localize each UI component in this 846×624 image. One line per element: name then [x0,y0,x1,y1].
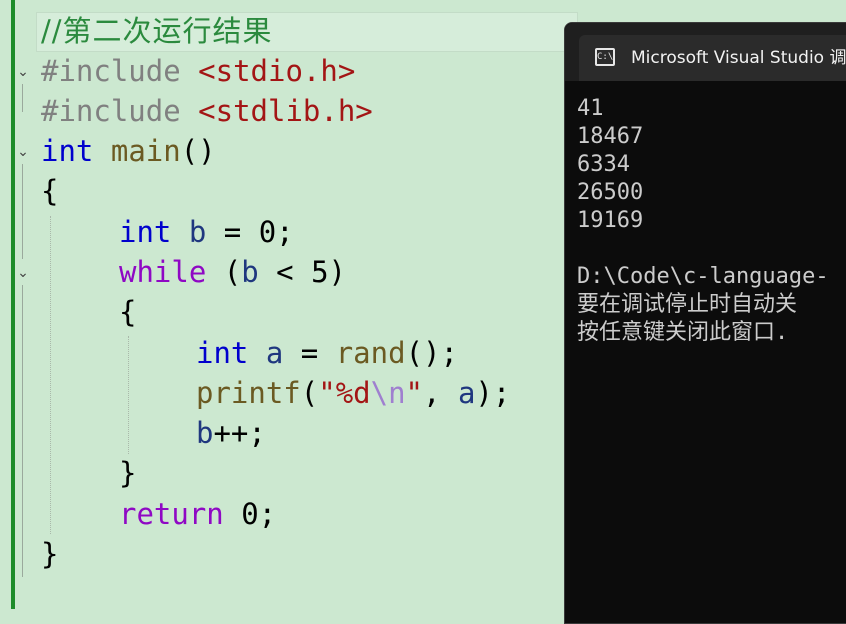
change-indicator-bar [11,0,15,609]
punctuation: ); [475,376,511,410]
console-output-line: 19169 [577,208,644,233]
console-window[interactable]: C:\ Microsoft Visual Studio 调 41 18467 6… [564,22,846,624]
comment-text: //第二次运行结果 [41,14,273,48]
punctuation: } [119,456,137,490]
collapse-chevron-icon[interactable]: ⌄ [15,145,31,159]
code-line-return[interactable]: return 0; [119,496,276,532]
code-line-while[interactable]: while (b < 5) [119,254,346,290]
code-line-inner-open[interactable]: { [119,294,136,330]
console-tab-title: Microsoft Visual Studio 调 [631,48,846,68]
keyword-int: int [119,215,172,249]
console-output-message: 要在调试停止时自动关 [577,292,798,317]
variable-b: b [196,416,214,450]
function-name: main [110,134,181,168]
code-line-inner-close[interactable]: } [119,455,136,491]
code-line-brace-close[interactable]: } [41,536,58,572]
function-name: printf [196,376,301,410]
code-line-increment[interactable]: b++; [196,415,266,451]
code-line-printf[interactable]: printf("%d\n", a); [196,375,510,411]
preprocessor-directive: #include [41,54,181,88]
console-tab-bar: C:\ Microsoft Visual Studio 调 [565,23,846,81]
string-literal: " [405,376,424,410]
indent-guide [128,336,129,454]
code-line-comment[interactable]: //第二次运行结果 [41,13,273,49]
punctuation: } [41,537,59,571]
variable-a: a [265,336,284,370]
code-line-decl-b[interactable]: int b = 0; [119,214,294,250]
code-line-main[interactable]: int main() [41,133,216,169]
collapse-chevron-icon[interactable]: ⌄ [15,266,31,280]
function-name: rand [335,336,406,370]
escape-sequence: \n [370,376,406,410]
console-output-line: 6334 [577,152,630,177]
keyword-int: int [196,336,249,370]
punctuation: = [283,336,336,370]
collapse-chevron-icon[interactable]: ⌄ [15,65,31,79]
punctuation: () [180,134,216,168]
punctuation: (); [405,336,458,370]
console-output-message: 按任意键关闭此窗口. [577,320,789,345]
punctuation: ( [206,255,242,289]
keyword-return: return [119,497,224,531]
variable-a: a [457,376,476,410]
code-line-include-stdio[interactable]: #include <stdio.h> [41,53,355,89]
punctuation: { [119,295,137,329]
punctuation: { [41,174,59,208]
punctuation: = 0; [206,215,294,249]
fold-guide-line [22,84,23,112]
console-output-line: 41 [577,96,604,121]
variable-b: b [188,215,207,249]
console-output-line: 18467 [577,124,644,149]
preprocessor-directive: #include [41,94,181,128]
header-name: <stdlib.h> [198,94,373,128]
console-tab[interactable]: C:\ Microsoft Visual Studio 调 [579,35,846,81]
string-literal: "%d [318,376,371,410]
punctuation: ++; [213,416,266,450]
punctuation: , [423,376,458,410]
fold-guide-line [22,285,23,577]
console-output-line: 26500 [577,180,644,205]
punctuation: 0; [223,497,277,531]
keyword-int: int [41,134,94,168]
code-line-brace-open[interactable]: { [41,173,58,209]
code-line-decl-a[interactable]: int a = rand(); [196,335,458,371]
variable-b: b [241,255,259,289]
keyword-while: while [119,255,207,289]
fold-guide-line [22,164,23,259]
console-output-path: D:\Code\c-language- [577,264,829,289]
punctuation: < 5) [258,255,347,289]
code-line-include-stdlib[interactable]: #include <stdlib.h> [41,93,373,129]
console-app-icon: C:\ [595,48,615,66]
indent-guide [50,216,51,534]
punctuation: ( [300,376,319,410]
header-name: <stdio.h> [198,54,356,88]
